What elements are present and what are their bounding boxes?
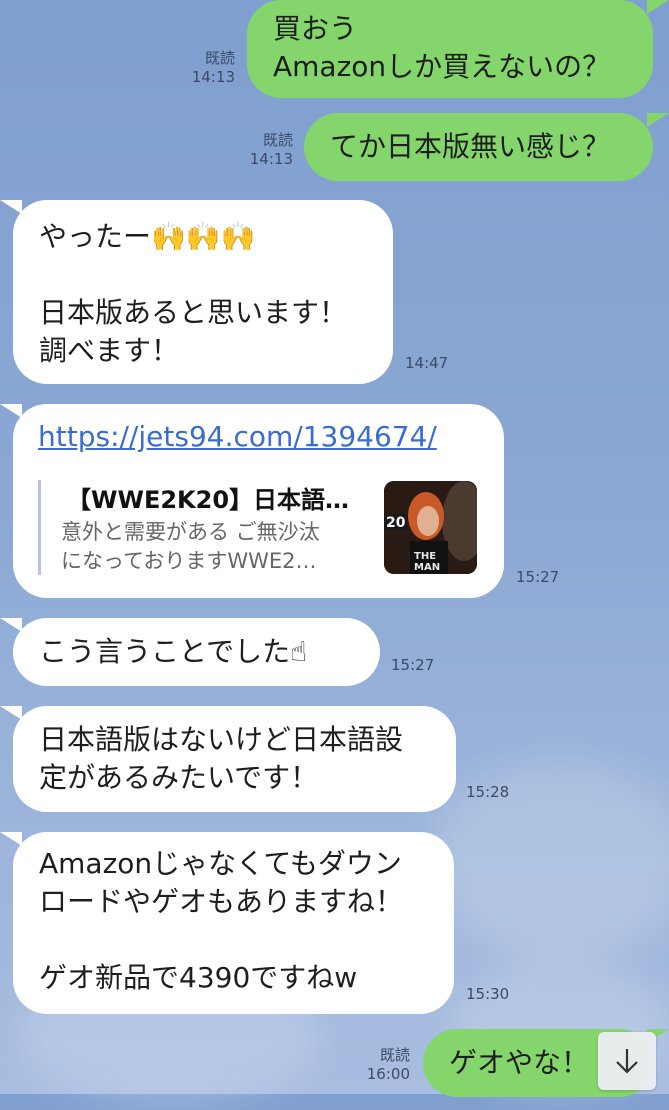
bubble-tail	[0, 404, 22, 418]
message-time: 15:30	[466, 985, 510, 1003]
message-time: 15:28	[466, 783, 510, 801]
svg-text:20: 20	[386, 515, 406, 531]
message-bubble-received[interactable]: 日本語版はないけど日本語設 定があるみたいです！	[13, 706, 456, 812]
bubble-tail	[647, 0, 669, 14]
message-bubble-received[interactable]: Amazonじゃなくてもダウン ロードやゲオもありますね！ ゲオ新品で4390で…	[13, 832, 454, 1014]
bubble-tail	[0, 200, 22, 214]
link-preview-description: 意外と需要がある ご無沙汰 になっておりますWWE2…	[61, 520, 320, 573]
svg-text:THE: THE	[414, 551, 436, 562]
message-bubble-sent[interactable]: 買おう Amazonしか買えないの？	[247, 0, 653, 98]
link-preview-title: 【WWE2K20】日本語…	[67, 486, 350, 514]
message-bubble-sent[interactable]: てか日本版無い感じ？	[304, 113, 653, 181]
link-preview-thumbnail[interactable]: 20 THE MAN	[384, 481, 477, 574]
message-time: 15:27	[516, 568, 560, 586]
read-status: 既読 14:13	[191, 49, 235, 86]
arrow-down-icon	[616, 1049, 638, 1074]
link-preview-card[interactable]: 【WWE2K20】日本語… 意外と需要がある ご無沙汰 になっておりますWWE2…	[38, 480, 411, 575]
read-status: 既読 16:00	[366, 1046, 410, 1083]
bubble-tail	[647, 113, 669, 127]
svg-text:MAN: MAN	[414, 562, 440, 573]
scroll-to-bottom-button[interactable]	[598, 1032, 656, 1090]
bubble-tail	[0, 832, 22, 846]
message-time: 15:27	[391, 656, 435, 674]
message-bubble-received[interactable]: こう言うことでした☝	[13, 618, 380, 686]
bubble-tail	[0, 618, 22, 632]
bubble-tail	[0, 706, 22, 720]
message-link[interactable]: https://jets94.com/1394674/	[38, 420, 437, 453]
message-time: 14:47	[405, 354, 449, 372]
message-bubble-received[interactable]: やったー🙌🙌🙌 日本版あると思います！ 調べます！	[13, 200, 393, 384]
read-status: 既読 14:13	[249, 131, 293, 168]
